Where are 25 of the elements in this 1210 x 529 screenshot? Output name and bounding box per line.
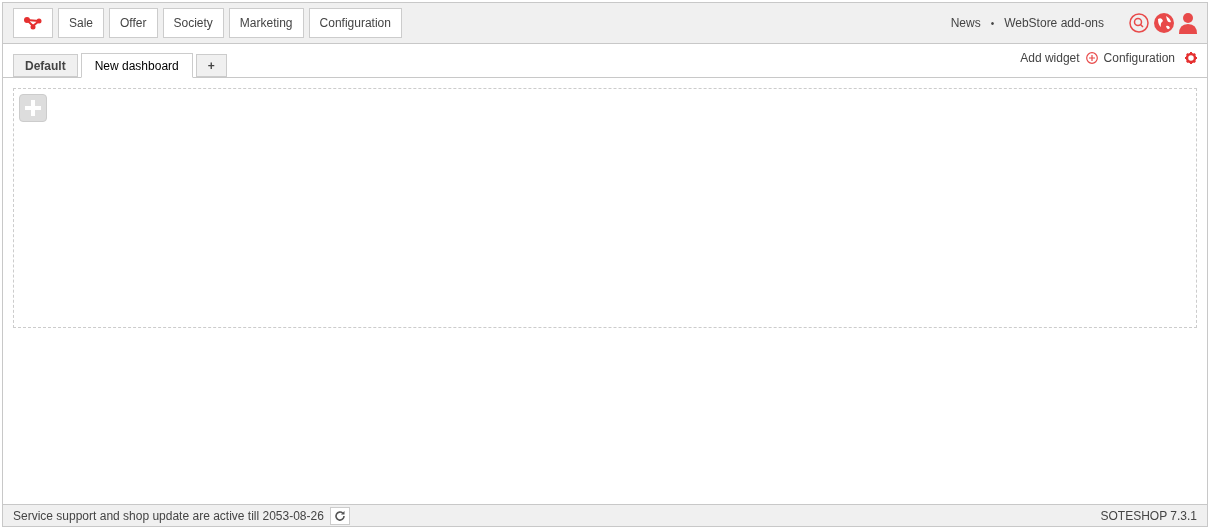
logo-icon	[24, 16, 42, 30]
globe-icon[interactable]	[1154, 13, 1174, 33]
dashboard-tab[interactable]: +	[195, 54, 227, 77]
refresh-button[interactable]	[329, 506, 350, 525]
configuration-link[interactable]: Configuration	[1103, 49, 1175, 67]
dashboard-tab[interactable]: New dashboard	[80, 53, 193, 78]
nav-button[interactable]: Marketing	[228, 8, 304, 38]
news-link[interactable]: News	[950, 14, 981, 32]
settings-icon[interactable]	[1185, 52, 1197, 64]
dashboard-tab[interactable]: Default	[13, 54, 78, 77]
webstore-link[interactable]: WebStore add-ons	[1004, 14, 1104, 32]
support-status-text: Service support and shop update are active till 2053-08-26	[13, 507, 324, 525]
add-widget-link[interactable]: Add widget	[1020, 49, 1080, 67]
version-text: SOTESHOP 7.3.1	[1100, 507, 1197, 525]
nav-button[interactable]: Society	[162, 8, 224, 38]
search-icon[interactable]	[1129, 13, 1149, 33]
separator-dot: •	[990, 16, 995, 31]
plus-icon	[24, 99, 42, 117]
nav-button[interactable]: Sale	[58, 8, 105, 38]
nav-button[interactable]: Configuration	[308, 8, 402, 38]
refresh-icon	[333, 509, 346, 522]
nav-button[interactable]: Offer	[109, 8, 158, 38]
logo-button[interactable]	[13, 8, 53, 38]
user-icon[interactable]	[1179, 12, 1197, 34]
plus-circle-icon[interactable]	[1085, 52, 1098, 64]
